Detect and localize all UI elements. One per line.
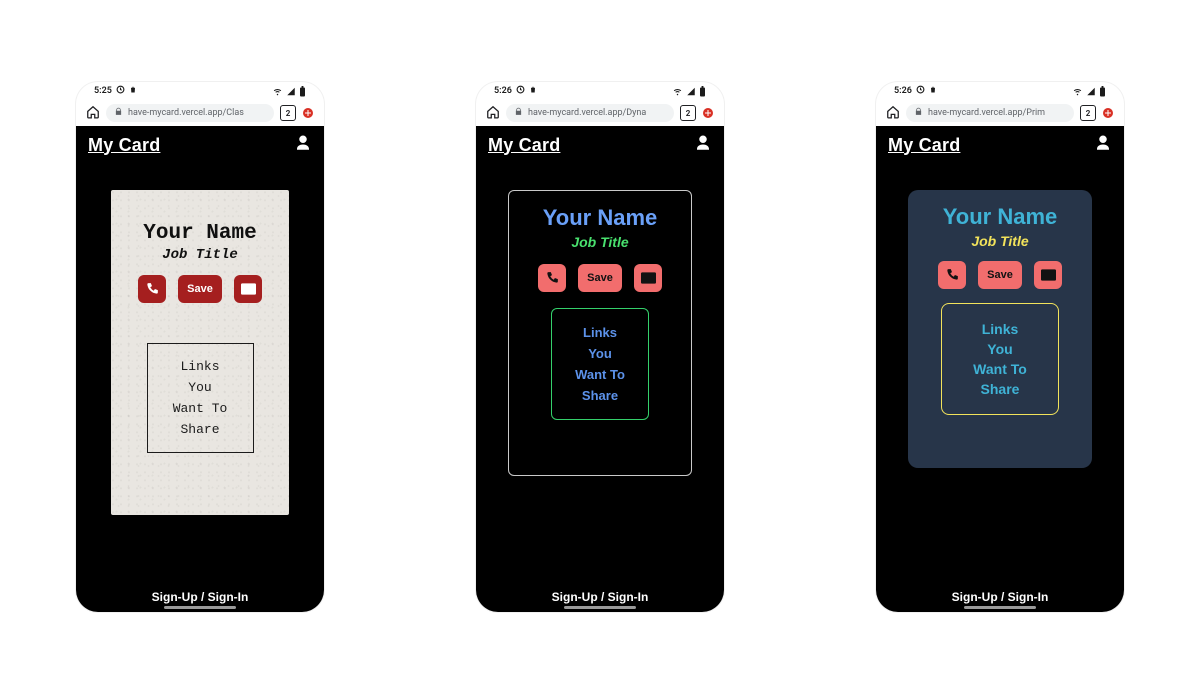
tab-count[interactable]: 2 xyxy=(280,105,296,121)
status-time: 5:26 xyxy=(894,86,912,96)
lock-icon xyxy=(114,107,123,119)
url-text: have-mycard.vercel.app/Clas xyxy=(128,108,244,118)
links-line: Links xyxy=(942,321,1058,337)
profile-icon[interactable] xyxy=(1094,134,1112,156)
app-title[interactable]: My Card xyxy=(488,135,560,156)
signal-icon xyxy=(1086,87,1096,96)
save-button[interactable]: Save xyxy=(978,261,1022,289)
links-box[interactable]: Links You Want To Share xyxy=(941,303,1059,415)
card-name: Your Name xyxy=(918,204,1082,230)
wifi-icon xyxy=(672,87,683,96)
status-time: 5:25 xyxy=(94,86,112,96)
app-header: My Card xyxy=(76,126,324,160)
links-line: Want To xyxy=(552,367,648,382)
clock-icon xyxy=(116,85,125,97)
card-job-title: Job Title xyxy=(121,247,279,263)
browser-menu-icon[interactable] xyxy=(1102,107,1114,119)
phone-classic: 5:25 have-mycard.vercel.app/Clas xyxy=(76,82,324,612)
lock-icon xyxy=(514,107,523,119)
business-card: Your Name Job Title Save Links You Want … xyxy=(908,190,1092,468)
links-line: Share xyxy=(942,381,1058,397)
battery-icon xyxy=(1099,86,1106,97)
card-job-title: Job Title xyxy=(918,233,1082,249)
browser-menu-icon[interactable] xyxy=(302,107,314,119)
wifi-icon xyxy=(272,87,283,96)
lock-icon xyxy=(914,107,923,119)
browser-chrome: have-mycard.vercel.app/Prim 2 xyxy=(876,100,1124,126)
url-text: have-mycard.vercel.app/Prim xyxy=(928,108,1045,118)
phone-button[interactable] xyxy=(938,261,966,289)
links-line: You xyxy=(942,341,1058,357)
app-title[interactable]: My Card xyxy=(888,135,960,156)
app-viewport: My Card Your Name Job Title Save xyxy=(76,126,324,612)
clock-icon xyxy=(516,85,525,97)
browser-menu-icon[interactable] xyxy=(702,107,714,119)
tab-count[interactable]: 2 xyxy=(680,105,696,121)
business-card: Your Name Job Title Save Links You xyxy=(111,190,289,515)
links-line: Want To xyxy=(942,361,1058,377)
browser-chrome: have-mycard.vercel.app/Dyna 2 xyxy=(476,100,724,126)
links-line: Links xyxy=(148,359,253,374)
home-icon[interactable] xyxy=(486,105,500,122)
links-box[interactable]: Links You Want To Share xyxy=(551,308,649,420)
status-bar: 5:26 xyxy=(476,82,724,100)
profile-icon[interactable] xyxy=(694,134,712,156)
battery-icon xyxy=(699,86,706,97)
card-actions: Save xyxy=(519,264,681,292)
card-job-title: Job Title xyxy=(519,234,681,250)
links-line: Links xyxy=(552,325,648,340)
phone-dynamic: 5:26 have-mycard.vercel.app/Dyna 2 My Ca… xyxy=(476,82,724,612)
app-viewport: My Card Your Name Job Title Save Links Y… xyxy=(876,126,1124,612)
card-name: Your Name xyxy=(121,204,279,245)
app-viewport: My Card Your Name Job Title Save Links Y… xyxy=(476,126,724,612)
battery-icon xyxy=(299,86,306,97)
home-icon[interactable] xyxy=(86,105,100,122)
phone-primary: 5:26 have-mycard.vercel.app/Prim 2 My Ca… xyxy=(876,82,1124,612)
links-box[interactable]: Links You Want To Share xyxy=(147,343,254,453)
signal-icon xyxy=(286,87,296,96)
save-button[interactable]: Save xyxy=(578,264,622,292)
phone-button[interactable] xyxy=(138,275,166,303)
url-bar[interactable]: have-mycard.vercel.app/Clas xyxy=(106,104,274,122)
status-time: 5:26 xyxy=(494,86,512,96)
links-line: Share xyxy=(148,422,253,437)
card-name: Your Name xyxy=(519,205,681,231)
delete-icon xyxy=(129,85,137,97)
nav-handle xyxy=(564,606,636,609)
wifi-icon xyxy=(1072,87,1083,96)
save-button[interactable]: Save xyxy=(178,275,222,303)
card-actions: Save xyxy=(918,261,1082,289)
links-line: Share xyxy=(552,388,648,403)
app-header: My Card xyxy=(876,126,1124,160)
email-button[interactable] xyxy=(234,275,262,303)
home-icon[interactable] xyxy=(886,105,900,122)
status-bar: 5:26 xyxy=(876,82,1124,100)
status-bar: 5:25 xyxy=(76,82,324,100)
url-bar[interactable]: have-mycard.vercel.app/Dyna xyxy=(506,104,674,122)
links-line: You xyxy=(552,346,648,361)
app-header: My Card xyxy=(476,126,724,160)
tab-count[interactable]: 2 xyxy=(1080,105,1096,121)
card-actions: Save xyxy=(121,275,279,303)
app-title[interactable]: My Card xyxy=(88,135,160,156)
url-bar[interactable]: have-mycard.vercel.app/Prim xyxy=(906,104,1074,122)
nav-handle xyxy=(164,606,236,609)
clock-icon xyxy=(916,85,925,97)
email-button[interactable] xyxy=(634,264,662,292)
links-line: Want To xyxy=(148,401,253,416)
signal-icon xyxy=(686,87,696,96)
business-card: Your Name Job Title Save Links You Want … xyxy=(508,190,692,476)
email-button[interactable] xyxy=(1034,261,1062,289)
profile-icon[interactable] xyxy=(294,134,312,156)
url-text: have-mycard.vercel.app/Dyna xyxy=(528,108,646,118)
phone-button[interactable] xyxy=(538,264,566,292)
delete-icon xyxy=(929,85,937,97)
browser-chrome: have-mycard.vercel.app/Clas 2 xyxy=(76,100,324,126)
links-line: You xyxy=(148,380,253,395)
delete-icon xyxy=(529,85,537,97)
nav-handle xyxy=(964,606,1036,609)
